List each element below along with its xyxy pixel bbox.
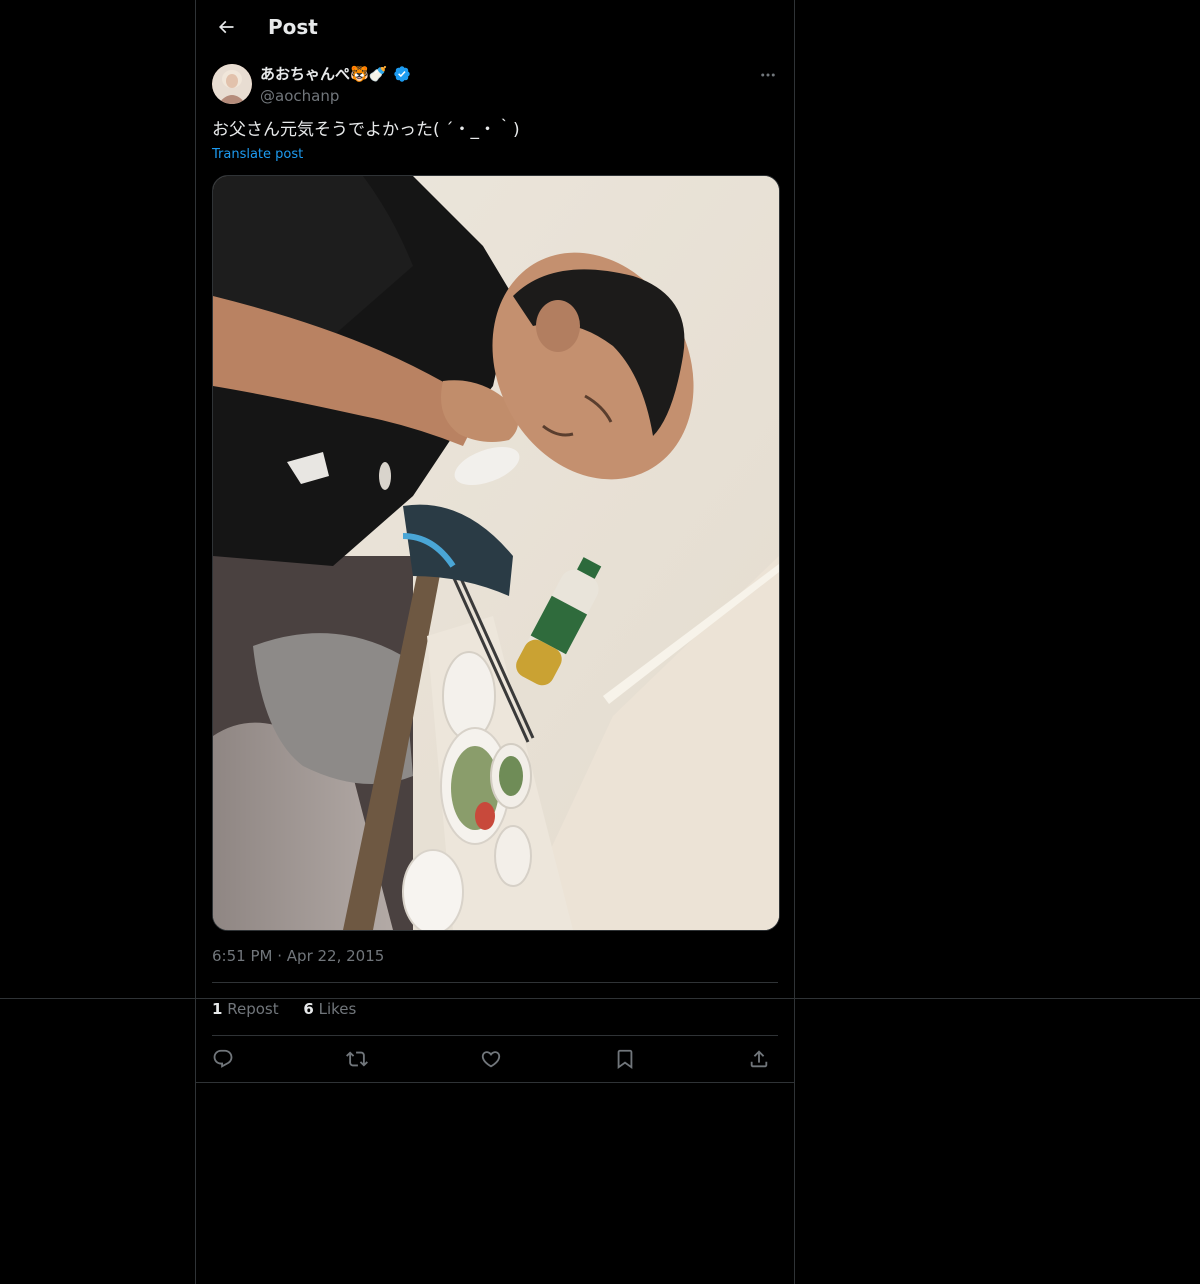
post-bottom-border xyxy=(196,1082,794,1083)
likes-label: Likes xyxy=(318,1000,357,1018)
like-button[interactable] xyxy=(472,1040,510,1078)
post-time: 6:51 PM xyxy=(212,947,273,965)
share-button[interactable] xyxy=(740,1040,778,1078)
divider xyxy=(212,1035,778,1036)
share-icon xyxy=(750,1050,768,1068)
tweet-photo[interactable] xyxy=(212,175,780,931)
page: Post あおちゃんぺ🐯🍼 @aochanp お父さん元気そうでよかった(´・… xyxy=(0,0,1200,1284)
likes-count: 6 xyxy=(303,1000,314,1018)
more-options-button[interactable] xyxy=(754,64,782,86)
likes-stat[interactable]: 6 Likes xyxy=(303,999,356,1019)
bookmark-icon xyxy=(617,1049,633,1070)
engagement-stats: 1 Repost 6 Likes xyxy=(212,999,376,1019)
timestamp-separator: · xyxy=(277,947,283,965)
repost-stat[interactable]: 1 Repost xyxy=(212,999,279,1019)
heart-icon xyxy=(481,1051,501,1068)
post-timestamp[interactable]: 6:51 PM · Apr 22, 2015 xyxy=(212,946,384,966)
repost-label: Repost xyxy=(227,1000,279,1018)
post-header: Post xyxy=(196,0,794,54)
primary-column: Post あおちゃんぺ🐯🍼 @aochanp お父さん元気そうでよかった(´・… xyxy=(195,0,795,1284)
repost-icon xyxy=(346,1051,368,1067)
avatar-image xyxy=(212,64,252,104)
author-handle[interactable]: @aochanp xyxy=(260,86,339,106)
author-display-name[interactable]: あおちゃんぺ🐯🍼 xyxy=(260,64,387,84)
tweet-text: お父さん元気そうでよかった( ´・_・｀) xyxy=(212,120,520,140)
page-title: Post xyxy=(268,15,318,39)
reply-button[interactable] xyxy=(204,1040,242,1078)
repost-count: 1 xyxy=(212,1000,223,1018)
layout-guide-line xyxy=(0,998,1200,999)
bookmark-button[interactable] xyxy=(606,1040,644,1078)
divider xyxy=(212,982,778,983)
verified-badge-icon xyxy=(394,66,410,82)
photo-illustration xyxy=(213,176,779,930)
back-button[interactable] xyxy=(208,9,244,45)
avatar[interactable] xyxy=(212,64,252,104)
reply-icon xyxy=(213,1049,233,1068)
action-bar xyxy=(212,1040,778,1078)
post-date: Apr 22, 2015 xyxy=(286,947,385,965)
more-horizontal-icon xyxy=(761,73,775,77)
arrow-left-icon xyxy=(218,20,234,34)
translate-post-link[interactable]: Translate post xyxy=(212,146,303,164)
repost-button[interactable] xyxy=(338,1040,376,1078)
